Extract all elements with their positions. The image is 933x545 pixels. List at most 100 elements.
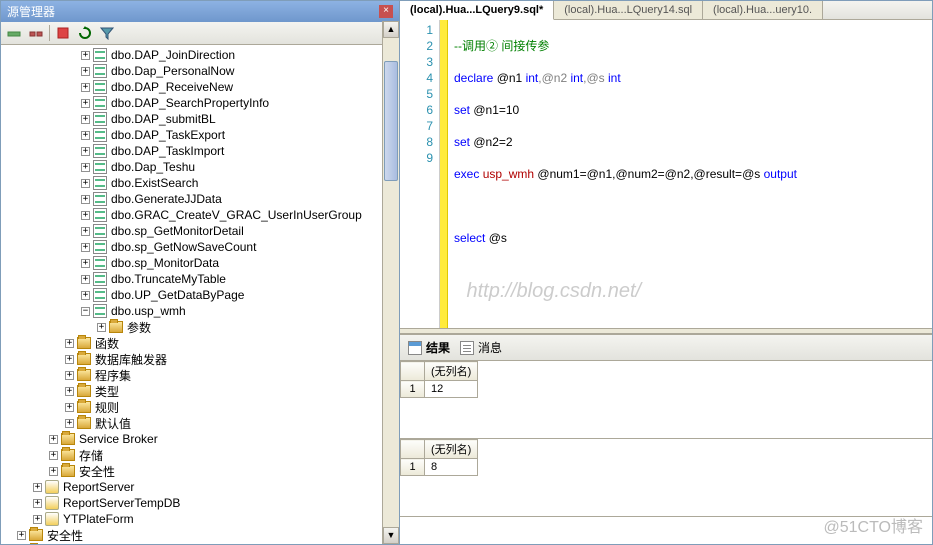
expand-icon[interactable]: + [65, 371, 74, 380]
tab-query9[interactable]: (local).Hua...LQuery9.sql* [400, 1, 554, 20]
tree-folder[interactable]: +默认值 [1, 415, 399, 431]
cell-value[interactable]: 8 [425, 459, 478, 476]
tree-item-label: 参数 [127, 319, 151, 336]
tree-procedure[interactable]: +dbo.DAP_submitBL [1, 111, 399, 127]
tab-query14[interactable]: (local).Hua...LQuery14.sql [554, 1, 703, 19]
filter-icon[interactable] [98, 24, 116, 42]
stop-icon[interactable] [54, 24, 72, 42]
folder-icon [77, 401, 91, 413]
expand-icon[interactable]: + [81, 83, 90, 92]
line-number-gutter: 123456789 [400, 20, 440, 328]
tree-procedure[interactable]: +dbo.sp_GetNowSaveCount [1, 239, 399, 255]
tree-database[interactable]: +ReportServer [1, 479, 399, 495]
tree-procedure[interactable]: +dbo.DAP_ReceiveNew [1, 79, 399, 95]
expand-icon[interactable]: + [81, 211, 90, 220]
tab-query10[interactable]: (local).Hua...uery10. [703, 1, 823, 19]
expand-icon[interactable]: + [49, 451, 58, 460]
expand-icon[interactable]: − [81, 307, 90, 316]
tree-procedure[interactable]: +dbo.DAP_TaskExport [1, 127, 399, 143]
expand-icon[interactable]: + [81, 163, 90, 172]
expand-icon[interactable]: + [81, 195, 90, 204]
expand-icon[interactable]: + [65, 403, 74, 412]
scroll-down-icon[interactable]: ▼ [383, 527, 399, 544]
expand-icon[interactable]: + [81, 227, 90, 236]
folder-icon [29, 529, 43, 541]
vertical-scrollbar[interactable]: ▲ ▼ [382, 21, 399, 544]
close-icon[interactable]: × [379, 5, 393, 18]
tree-procedure[interactable]: +dbo.sp_GetMonitorDetail [1, 223, 399, 239]
result-grid-2[interactable]: (无列名) 18 [400, 439, 932, 517]
expand-icon[interactable]: + [49, 435, 58, 444]
disconnect-icon[interactable] [27, 24, 45, 42]
expand-icon[interactable]: + [81, 99, 90, 108]
expand-icon[interactable]: + [81, 51, 90, 60]
tree-folder[interactable]: +存储 [1, 447, 399, 463]
object-tree[interactable]: +dbo.DAP_JoinDirection+dbo.Dap_PersonalN… [1, 45, 399, 544]
scroll-thumb[interactable] [384, 61, 398, 181]
expand-icon[interactable]: + [81, 259, 90, 268]
expand-icon[interactable]: + [65, 339, 74, 348]
tab-messages[interactable]: 消息 [460, 339, 502, 356]
column-header[interactable]: (无列名) [425, 362, 478, 381]
tree-procedure[interactable]: +dbo.DAP_JoinDirection [1, 47, 399, 63]
sql-editor[interactable]: 123456789 --调用② 间接传参 declare @n1 int,@n2… [400, 20, 932, 328]
tab-results[interactable]: 结果 [408, 339, 450, 356]
column-header[interactable]: (无列名) [425, 440, 478, 459]
expand-icon[interactable]: + [81, 67, 90, 76]
expand-icon[interactable]: + [81, 147, 90, 156]
expand-icon[interactable]: + [81, 243, 90, 252]
tree-folder[interactable]: +函数 [1, 335, 399, 351]
tree-folder[interactable]: +类型 [1, 383, 399, 399]
row-number[interactable]: 1 [401, 459, 425, 476]
cell-value[interactable]: 12 [425, 381, 478, 398]
tree-procedure[interactable]: +dbo.GenerateJJData [1, 191, 399, 207]
tree-procedure[interactable]: + dbo.Dap_Teshu [1, 159, 399, 175]
expand-icon[interactable]: + [81, 131, 90, 140]
tree-procedure[interactable]: +dbo.sp_MonitorData [1, 255, 399, 271]
tree-item-label: dbo.Dap_Teshu [111, 160, 195, 174]
tree-folder-params[interactable]: + 参数 [1, 319, 399, 335]
refresh-icon[interactable] [76, 24, 94, 42]
tree-folder[interactable]: +安全性 [1, 463, 399, 479]
pane-title: 源管理器 [7, 3, 55, 20]
expand-icon[interactable]: + [81, 275, 90, 284]
tree-procedure[interactable]: +dbo.Dap_PersonalNow [1, 63, 399, 79]
expand-icon[interactable]: + [81, 115, 90, 124]
expand-icon[interactable]: + [81, 291, 90, 300]
tree-procedure[interactable]: +dbo.DAP_SearchPropertyInfo [1, 95, 399, 111]
tree-folder[interactable]: +数据库触发器 [1, 351, 399, 367]
tree-database[interactable]: +YTPlateForm [1, 511, 399, 527]
expand-icon[interactable]: + [33, 515, 42, 524]
expand-icon[interactable]: + [65, 419, 74, 428]
row-number[interactable]: 1 [401, 381, 425, 398]
folder-icon [61, 449, 75, 461]
tree-procedure[interactable]: +dbo.TruncateMyTable [1, 271, 399, 287]
tree-folder[interactable]: +Service Broker [1, 431, 399, 447]
grid-corner[interactable] [401, 440, 425, 459]
tree-procedure[interactable]: −dbo.usp_wmh [1, 303, 399, 319]
expand-icon[interactable]: + [33, 483, 42, 492]
tree-procedure[interactable]: +dbo.DAP_TaskImport [1, 143, 399, 159]
line-number: 2 [402, 38, 433, 54]
tree-folder[interactable]: +安全性 [1, 527, 399, 543]
expand-icon[interactable]: + [81, 179, 90, 188]
tree-procedure[interactable]: +dbo.GRAC_CreateV_GRAC_UserInUserGroup [1, 207, 399, 223]
grid-corner[interactable] [401, 362, 425, 381]
tree-procedure[interactable]: +dbo.UP_GetDataByPage [1, 287, 399, 303]
line-number: 3 [402, 54, 433, 70]
expand-icon[interactable]: + [65, 355, 74, 364]
result-grid-1[interactable]: (无列名) 112 [400, 361, 932, 439]
tree-folder[interactable]: +程序集 [1, 367, 399, 383]
expand-icon[interactable]: + [33, 499, 42, 508]
tree-database[interactable]: +ReportServerTempDB [1, 495, 399, 511]
tree-procedure[interactable]: +dbo.ExistSearch [1, 175, 399, 191]
tree-folder[interactable]: +服务器对象 [1, 543, 399, 544]
tree-folder[interactable]: +规则 [1, 399, 399, 415]
expand-icon[interactable]: + [49, 467, 58, 476]
code-area[interactable]: --调用② 间接传参 declare @n1 int,@n2 int,@s in… [448, 20, 932, 328]
connect-icon[interactable] [5, 24, 23, 42]
scroll-up-icon[interactable]: ▲ [383, 21, 399, 38]
expand-icon[interactable]: + [97, 323, 106, 332]
expand-icon[interactable]: + [65, 387, 74, 396]
expand-icon[interactable]: + [17, 531, 26, 540]
